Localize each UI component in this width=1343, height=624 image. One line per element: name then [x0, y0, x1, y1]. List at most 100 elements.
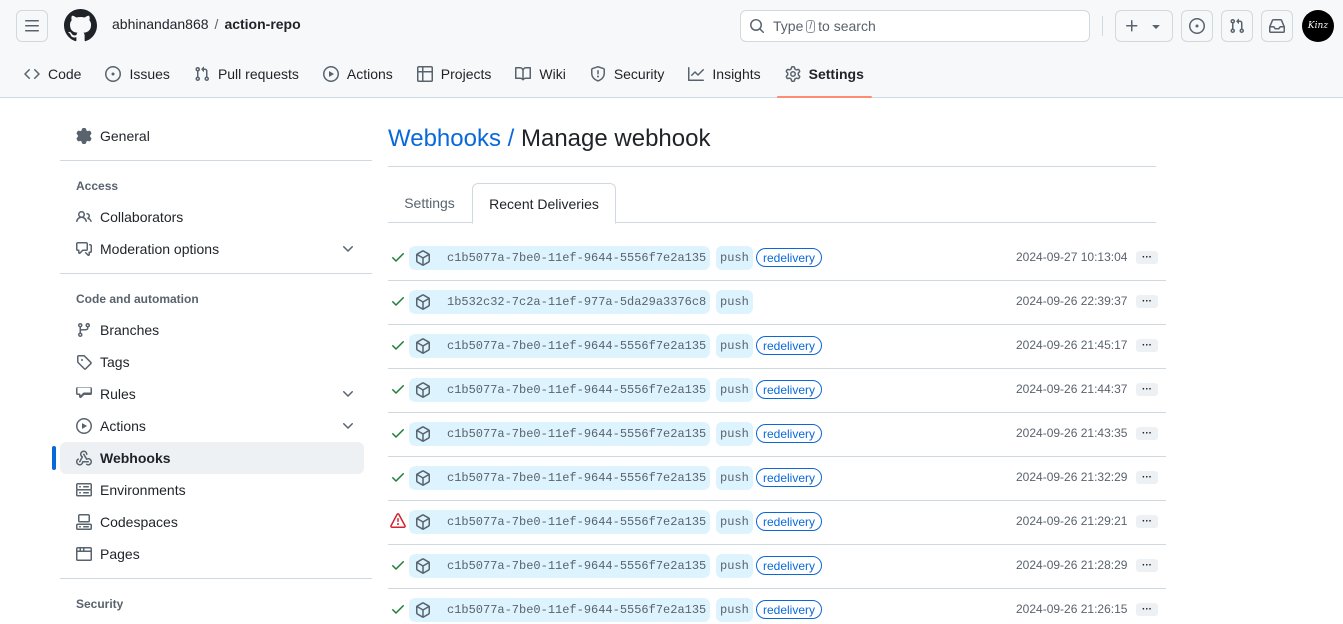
comment-icon: [76, 242, 92, 256]
delivery-row[interactable]: c1b5077a-7be0-11ef-9644-5556f7e2a135 push…: [388, 589, 1166, 624]
tab-insights[interactable]: Insights: [680, 58, 768, 90]
branch-icon: [77, 323, 90, 338]
more-options-button[interactable]: ···: [1136, 515, 1158, 528]
chevron-down-icon: [343, 391, 353, 397]
sidebar-divider: [60, 273, 372, 274]
delivery-row[interactable]: c1b5077a-7be0-11ef-9644-5556f7e2a135 push…: [388, 545, 1166, 589]
sidebar-item-general[interactable]: General: [60, 120, 364, 152]
sidebar-item-actions[interactable]: Actions: [60, 410, 364, 442]
sidebar-item-tags[interactable]: Tags: [60, 346, 364, 378]
tab-issues[interactable]: Issues: [97, 58, 177, 90]
status-success: [390, 337, 406, 353]
menu-button[interactable]: [16, 10, 48, 42]
event-label: push: [716, 554, 753, 578]
more-options-button[interactable]: ···: [1136, 295, 1158, 308]
delivery-guid-button[interactable]: c1b5077a-7be0-11ef-9644-5556f7e2a135: [409, 334, 711, 358]
sidebar-item-moderation-options[interactable]: Moderation options: [60, 233, 364, 265]
delivery-row[interactable]: c1b5077a-7be0-11ef-9644-5556f7e2a135 push…: [388, 325, 1166, 369]
delivery-row[interactable]: c1b5077a-7be0-11ef-9644-5556f7e2a135 push…: [388, 369, 1166, 413]
more-options-button[interactable]: ···: [1136, 339, 1158, 352]
sidebar-item-environments[interactable]: Environments: [60, 474, 364, 506]
sidebar-item-label: Rules: [100, 386, 136, 402]
delivery-guid-button[interactable]: 1b532c32-7c2a-11ef-977a-5da29a3376c8: [409, 290, 711, 314]
sidebar-item-rules[interactable]: Rules: [60, 378, 364, 410]
tab-pull-requests[interactable]: Pull requests: [186, 58, 307, 90]
delivery-row[interactable]: c1b5077a-7be0-11ef-9644-5556f7e2a135 push…: [388, 413, 1166, 457]
tab-settings[interactable]: Settings: [776, 58, 873, 98]
sidebar-item-label: Actions: [100, 418, 146, 434]
avatar[interactable]: Kinz: [1302, 10, 1334, 42]
breadcrumb-owner[interactable]: abhinandan868: [112, 16, 209, 32]
sidebar-heading-security: Security: [76, 597, 124, 611]
github-logo-icon[interactable]: [64, 9, 97, 42]
delivery-row[interactable]: c1b5077a-7be0-11ef-9644-5556f7e2a135 push…: [388, 237, 1166, 281]
delivery-guid-button[interactable]: c1b5077a-7be0-11ef-9644-5556f7e2a135: [409, 246, 711, 270]
delivery-guid-button[interactable]: c1b5077a-7be0-11ef-9644-5556f7e2a135: [409, 510, 711, 534]
pull-request-icon: [195, 66, 209, 82]
tab-wiki[interactable]: Wiki: [507, 58, 573, 90]
redelivery-badge: redelivery: [756, 248, 823, 267]
sidebar-item-collaborators[interactable]: Collaborators: [60, 201, 364, 233]
delivery-guid-button[interactable]: c1b5077a-7be0-11ef-9644-5556f7e2a135: [409, 378, 711, 402]
sidebar-divider: [60, 160, 372, 161]
delivery-guid: c1b5077a-7be0-11ef-9644-5556f7e2a135: [447, 471, 707, 485]
event-label: push: [716, 466, 753, 490]
sidebar-item-branches[interactable]: Branches: [60, 314, 364, 346]
tab-security[interactable]: Security: [582, 58, 673, 90]
more-options-button[interactable]: ···: [1136, 383, 1158, 396]
more-options-button[interactable]: ···: [1136, 603, 1158, 616]
page-title: Webhooks / Manage webhook: [388, 125, 710, 153]
sidebar-item-label: Environments: [100, 482, 186, 498]
status-success: [390, 249, 406, 265]
delivery-row[interactable]: c1b5077a-7be0-11ef-9644-5556f7e2a135 push…: [388, 457, 1166, 501]
redelivery-badge: redelivery: [756, 512, 823, 531]
tab-actions[interactable]: Actions: [315, 58, 401, 90]
event-label: push: [716, 598, 753, 622]
package-icon: [416, 602, 430, 618]
issue-icon: [1189, 18, 1205, 34]
delivery-guid: c1b5077a-7be0-11ef-9644-5556f7e2a135: [447, 603, 707, 617]
settings-sidebar: General Access Collaborators Moderation …: [52, 120, 372, 619]
tab-webhook-settings[interactable]: Settings: [388, 183, 471, 223]
shield-icon: [590, 66, 605, 82]
package-icon: [416, 338, 430, 354]
more-options-button[interactable]: ···: [1136, 427, 1158, 440]
check-icon: [392, 605, 404, 614]
delivery-guid-button[interactable]: c1b5077a-7be0-11ef-9644-5556f7e2a135: [409, 422, 711, 446]
sidebar-item-codespaces[interactable]: Codespaces: [60, 506, 364, 538]
breadcrumb-repo[interactable]: action-repo: [224, 16, 300, 32]
tab-code[interactable]: Code: [16, 58, 89, 90]
title-separator: /: [507, 125, 515, 152]
delivery-guid-button[interactable]: c1b5077a-7be0-11ef-9644-5556f7e2a135: [409, 554, 711, 578]
package-icon: [416, 558, 430, 574]
delivery-row[interactable]: c1b5077a-7be0-11ef-9644-5556f7e2a135 push…: [388, 501, 1166, 545]
play-icon: [322, 66, 339, 82]
create-new-button[interactable]: [1115, 10, 1173, 42]
tab-projects[interactable]: Projects: [409, 58, 500, 90]
sidebar-item-label: Branches: [100, 322, 160, 338]
search-input[interactable]: Type / to search: [740, 10, 1090, 42]
breadcrumb: abhinandan868 / action-repo: [112, 16, 301, 32]
issues-button[interactable]: [1181, 10, 1213, 42]
more-options-button[interactable]: ···: [1136, 471, 1158, 484]
sidebar-item-label: Codespaces: [100, 514, 178, 530]
delivery-guid-button[interactable]: c1b5077a-7be0-11ef-9644-5556f7e2a135: [409, 466, 711, 490]
search-suffix: to search: [818, 18, 876, 34]
inbox-button[interactable]: [1261, 10, 1293, 42]
delivery-row[interactable]: 1b532c32-7c2a-11ef-977a-5da29a3376c8 push…: [388, 281, 1166, 325]
more-options-button[interactable]: ···: [1136, 251, 1158, 264]
delivery-guid-button[interactable]: c1b5077a-7be0-11ef-9644-5556f7e2a135: [409, 598, 711, 622]
sidebar-item-pages[interactable]: Pages: [60, 538, 364, 570]
gear-icon: [785, 66, 801, 82]
sidebar-item-label: General: [100, 128, 150, 144]
sidebar-item-label: Webhooks: [100, 450, 171, 466]
sidebar-item-webhooks[interactable]: Webhooks: [52, 442, 364, 474]
delivery-timestamp: 2024-09-26 21:29:21: [1016, 514, 1128, 528]
tab-recent-deliveries[interactable]: Recent Deliveries: [472, 183, 616, 224]
breadcrumb-separator: /: [214, 16, 219, 32]
webhooks-link[interactable]: Webhooks: [388, 125, 501, 152]
issue-icon: [105, 66, 122, 82]
delivery-timestamp: 2024-09-26 21:45:17: [1016, 338, 1128, 352]
pull-requests-button[interactable]: [1221, 10, 1253, 42]
more-options-button[interactable]: ···: [1136, 559, 1158, 572]
